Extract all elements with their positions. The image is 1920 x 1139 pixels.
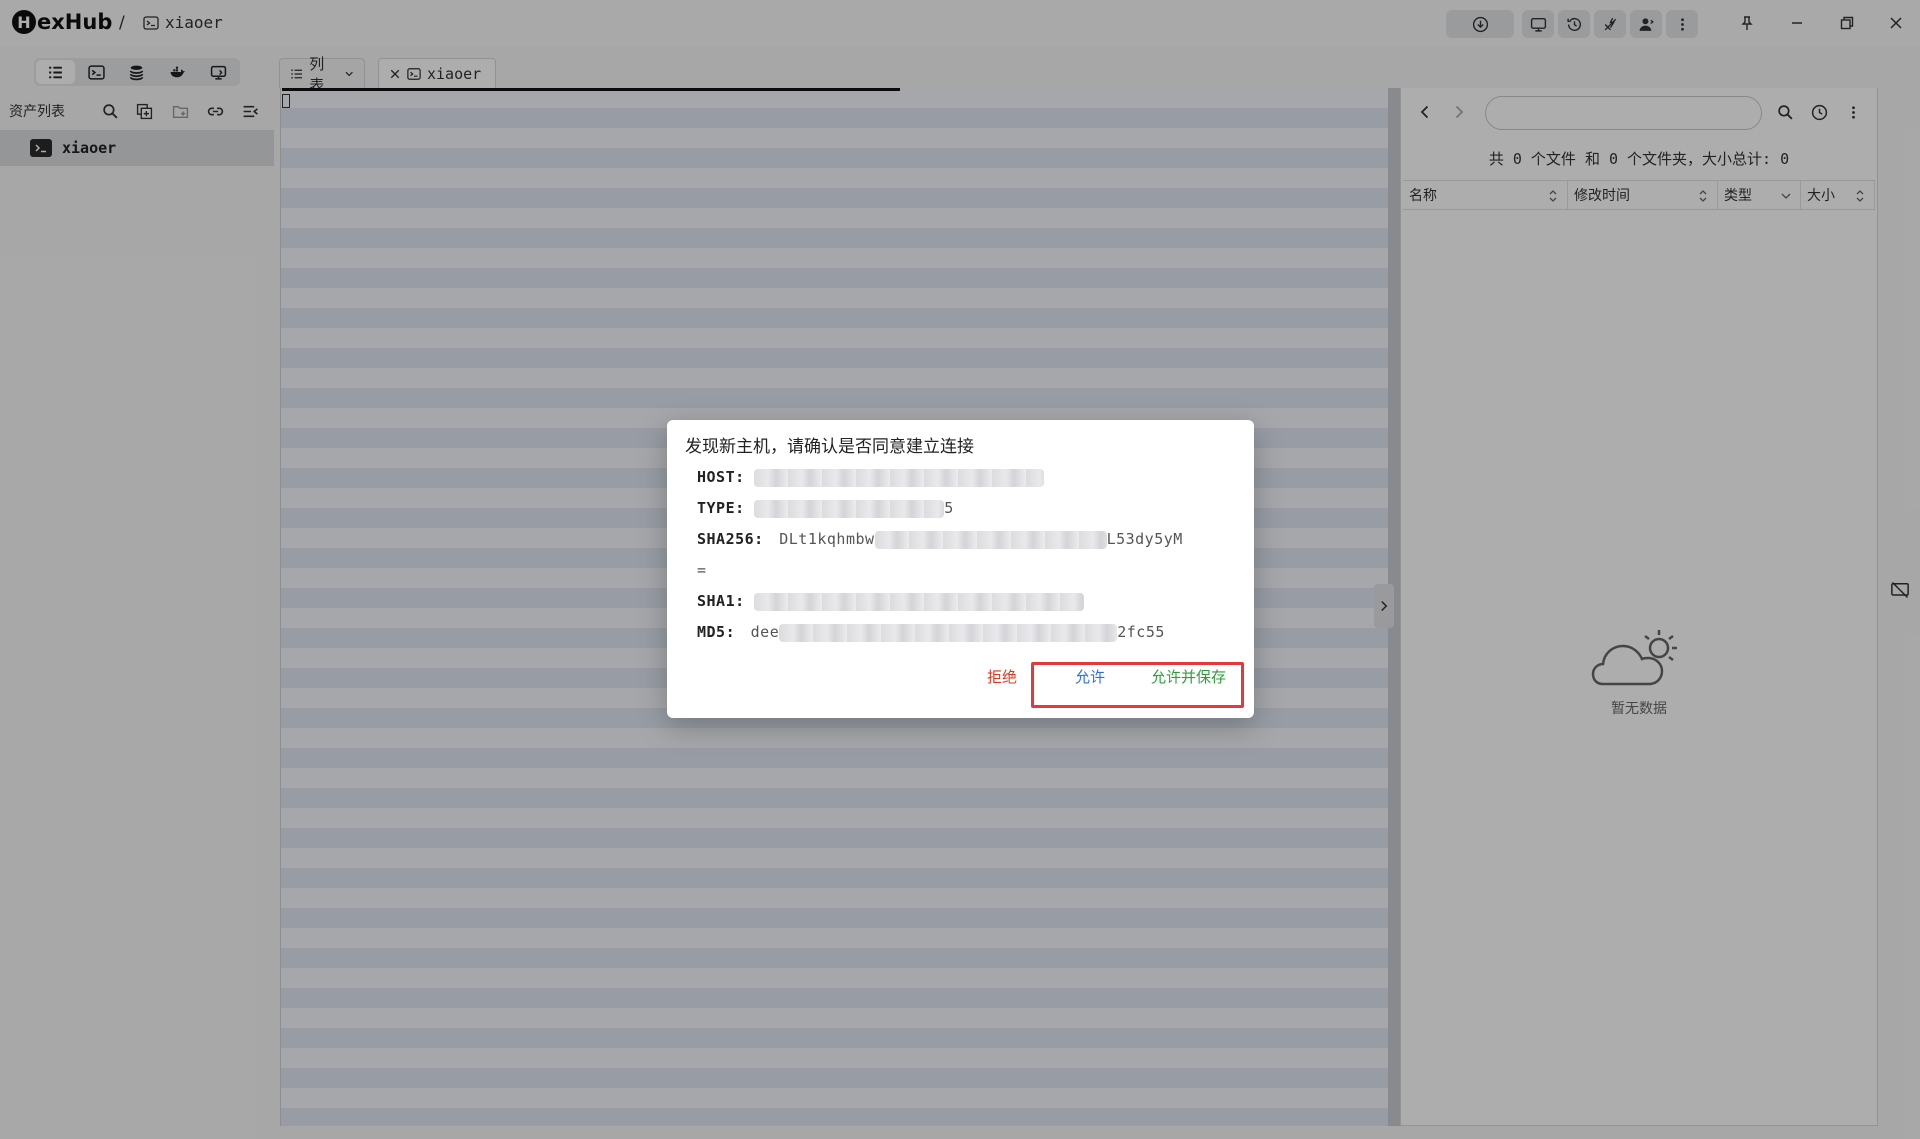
sha256-wrap: =: [697, 561, 707, 579]
type-label: TYPE:: [697, 499, 745, 517]
reject-button[interactable]: 拒绝: [987, 666, 1017, 687]
sha256-redacted: [874, 530, 1107, 549]
host-redacted: [754, 468, 1045, 487]
highlight-box: [1031, 662, 1244, 708]
sha1-label: SHA1:: [697, 592, 745, 610]
sha256-visible-start: DLt1kqhmbw: [779, 530, 875, 548]
host-row: HOST:: [697, 468, 1045, 487]
md5-redacted: [779, 623, 1118, 642]
sha1-row: SHA1:: [697, 592, 1085, 611]
sha256-label: SHA256:: [697, 530, 764, 548]
dialog-title: 发现新主机，请确认是否同意建立连接: [685, 437, 974, 457]
md5-visible-start: dee: [750, 623, 780, 641]
host-label: HOST:: [697, 468, 745, 486]
sha256-row: SHA256: DLt1kqhmbw L53dy5yM: [697, 530, 1183, 549]
sha256-wrap-row: =: [697, 561, 707, 579]
md5-row: MD5: dee 2fc55: [697, 623, 1165, 642]
md5-label: MD5:: [697, 623, 736, 641]
type-row: TYPE: 5: [697, 499, 954, 518]
sha256-visible-end: L53dy5yM: [1106, 530, 1183, 548]
host-key-dialog: 发现新主机，请确认是否同意建立连接 HOST: TYPE: 5 SHA256: …: [667, 420, 1254, 718]
md5-visible-end: 2fc55: [1117, 623, 1165, 641]
sha1-redacted: [754, 592, 1085, 611]
type-visible: 5: [944, 499, 954, 517]
type-redacted: [754, 499, 945, 518]
